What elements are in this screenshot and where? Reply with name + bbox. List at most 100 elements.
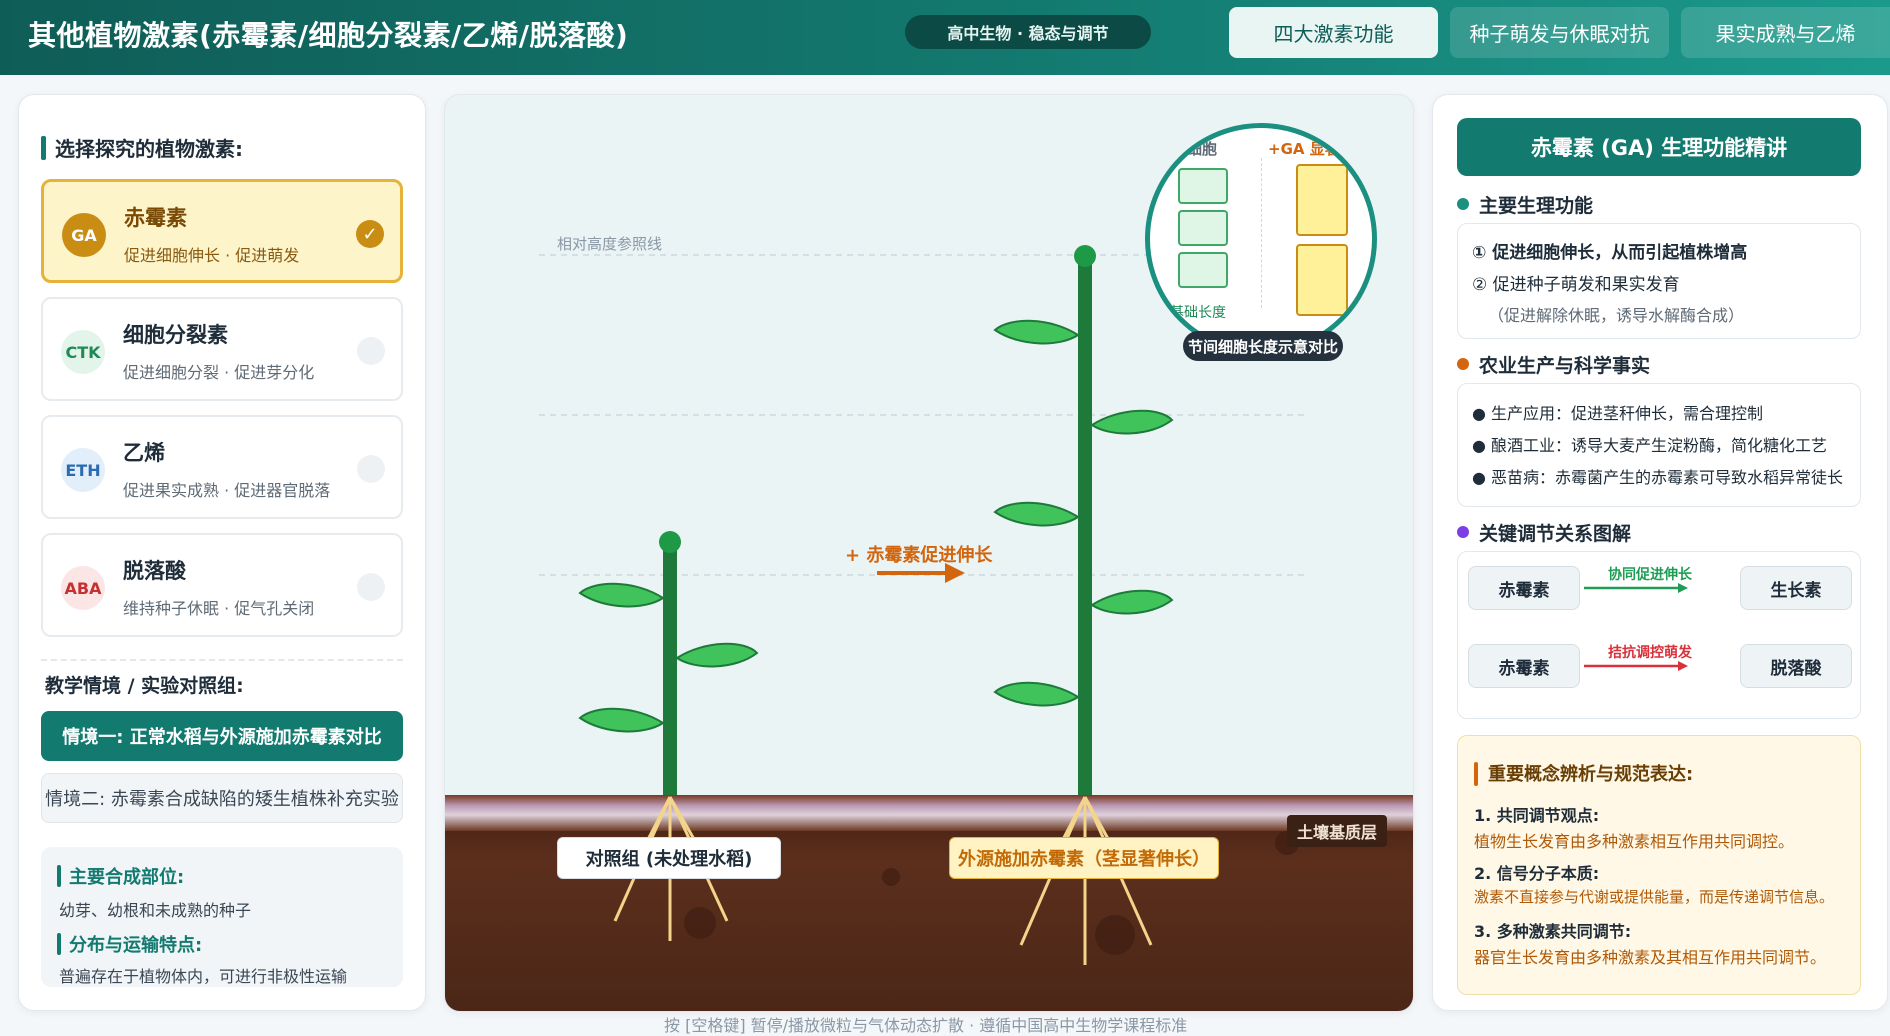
zoom-right-heading: +GA 显著 [1268, 140, 1340, 158]
agri-item: ● 恶苗病：赤霉菌产生的赤霉素可导致水稻异常徒长 [1472, 468, 1844, 487]
antagonism-arrow-icon [1584, 661, 1688, 671]
tab-hormone-functions[interactable]: 四大激素功能 [1229, 7, 1438, 58]
control-leaf [675, 642, 759, 668]
hormone-name: 细胞分裂素 [123, 323, 228, 347]
treated-bud [1074, 245, 1096, 267]
treated-leaf [993, 319, 1080, 345]
elongated-cell [1296, 164, 1348, 236]
function-item: ② 促进种子萌发和果实发育 [1472, 275, 1680, 295]
eth-badge: ETH [61, 448, 105, 492]
concept-text: 器官生长发育由多种激素及其相互作用共同调节。 [1474, 948, 1827, 967]
agri-item: ● 生产应用：促进茎秆伸长，需合理控制 [1472, 404, 1764, 423]
hormone-desc: 促进果实成熟 · 促进器官脱落 [123, 481, 331, 500]
zoom-caption: 节间细胞长度示意对比 [1183, 331, 1343, 361]
control-plant-label: 对照组 (未处理水稻) [557, 837, 781, 879]
hormone-desc: 促进细胞伸长 · 促进萌发 [124, 246, 300, 265]
plant-scene: 相对高度参照线 + 赤霉素促进伸长 土壤基质层 对照组 (未处理水稻) 外源施加… [444, 94, 1414, 1012]
agri-text: 生产应用：促进茎秆伸长，需合理控制 [1491, 404, 1764, 423]
aba-badge: ABA [61, 566, 105, 610]
treated-leaf [1090, 409, 1174, 435]
transport-heading: 分布与运输特点: [57, 931, 202, 957]
concept-box: 重要概念辨析与规范表达: 1. 共同调节观点: 植物生长发育由多种激素相互作用共… [1457, 735, 1861, 995]
treated-leaf [993, 681, 1080, 707]
relation-from-chip: 赤霉素 [1468, 644, 1580, 688]
concept-title: 2. 信号分子本质: [1474, 864, 1600, 883]
elongated-cell [1296, 244, 1348, 316]
reference-line-label: 相对高度参照线 [557, 235, 663, 253]
check-icon: ✓ [356, 220, 384, 248]
hormone-card-eth[interactable]: ETH 乙烯 促进果实成熟 · 促进器官脱落 [41, 415, 403, 519]
ga-badge: GA [62, 213, 106, 257]
function-note: （促进解除休眠，诱导水解酶合成） [1488, 306, 1745, 325]
growth-arrow-label: + 赤霉素促进伸长 [845, 545, 993, 566]
radio-icon [357, 337, 385, 365]
tab-seed-germination[interactable]: 种子萌发与休眠对抗 [1450, 7, 1669, 58]
select-heading: 选择探究的植物激素: [41, 133, 243, 162]
normal-cell [1178, 210, 1228, 246]
soil-layer-label: 土壤基质层 [1287, 815, 1388, 847]
agri-box: ● 生产应用：促进茎秆伸长，需合理控制 ● 酿酒工业：诱导大麦产生淀粉酶，简化糖… [1457, 383, 1861, 507]
hormone-card-aba[interactable]: ABA 脱落酸 维持种子休眠 · 促气孔关闭 [41, 533, 403, 637]
transport-text: 普遍存在于植物体内，可进行非极性运输 [59, 967, 348, 986]
function-item: ① 促进细胞伸长，从而引起植株增高 [1472, 243, 1748, 263]
functions-box: ① 促进细胞伸长，从而引起植株增高 ② 促进种子萌发和果实发育 （促进解除休眠，… [1457, 223, 1861, 339]
roots-graphics [613, 796, 1299, 965]
hormone-card-ctk[interactable]: CTK 细胞分裂素 促进细胞分裂 · 促进芽分化 [41, 297, 403, 401]
relation-to-chip: 生长素 [1740, 566, 1852, 610]
relation-to-chip: 脱落酸 [1740, 644, 1852, 688]
relation-from-chip: 赤霉素 [1468, 566, 1580, 610]
synthesis-site-heading: 主要合成部位: [57, 863, 184, 889]
control-leaf [578, 582, 665, 608]
right-panel: 赤霉素 (GA) 生理功能精讲 主要生理功能 ① 促进细胞伸长，从而引起植株增高… [1432, 94, 1888, 1011]
treated-leaf [993, 501, 1080, 527]
control-bud [659, 531, 681, 553]
footer-hint: 按 [空格键] 暂停/播放微粒与气体动态扩散 · 遵循中国高中生物学课程标准 [664, 1016, 1188, 1035]
soil-particle [1095, 915, 1135, 955]
hormone-name: 乙烯 [123, 441, 165, 465]
agri-heading: 农业生产与科学事实 [1457, 351, 1650, 378]
radio-icon [357, 573, 385, 601]
cell-zoom-circle: 原细胞 +GA 显著 基础长度 [1145, 123, 1377, 355]
concept-heading: 重要概念辨析与规范表达: [1474, 760, 1693, 786]
relations-heading: 关键调节关系图解 [1457, 519, 1631, 546]
control-leaf [578, 707, 665, 733]
tab-fruit-ripening[interactable]: 果实成熟与乙烯 [1681, 7, 1890, 58]
concept-title: 3. 多种激素共同调节: [1474, 922, 1632, 941]
zoom-base-label: 基础长度 [1170, 305, 1226, 321]
agri-text: 恶苗病：赤霉菌产生的赤霉素可导致水稻异常徒长 [1491, 468, 1844, 487]
radio-icon [357, 455, 385, 483]
functions-heading: 主要生理功能 [1457, 191, 1593, 218]
hormone-name: 赤霉素 [124, 206, 187, 230]
concept-text: 激素不直接参与代谢或提供能量，而是传递调节信息。 [1474, 888, 1835, 906]
normal-cell [1178, 252, 1228, 288]
zoom-left-heading: 原细胞 [1172, 140, 1218, 158]
app-title: 其他植物激素(赤霉素/细胞分裂素/乙烯/脱落酸) [28, 19, 629, 52]
soil-particle [684, 907, 716, 939]
treated-plant [993, 245, 1174, 797]
normal-cell [1178, 168, 1228, 204]
hormone-desc: 维持种子休眠 · 促气孔关闭 [123, 599, 315, 618]
hormone-card-ga[interactable]: GA 赤霉素 促进细胞伸长 · 促进萌发 ✓ [41, 179, 403, 283]
synthesis-site-text: 幼芽、幼根和未成熟的种子 [59, 901, 252, 920]
treated-plant-label: 外源施加赤霉素（茎显著伸长） [949, 837, 1219, 879]
feature-title: 赤霉素 (GA) 生理功能精讲 [1457, 118, 1861, 176]
agri-text: 酿酒工业：诱导大麦产生淀粉酶，简化糖化工艺 [1491, 436, 1828, 455]
treated-stem [1078, 257, 1092, 797]
scenario-1-button[interactable]: 情境一: 正常水稻与外源施加赤霉素对比 [41, 711, 403, 761]
control-plant [578, 531, 759, 797]
control-stem [663, 543, 677, 797]
scenario-2-button[interactable]: 情境二: 赤霉素合成缺陷的矮生植株补充实验 [41, 773, 403, 823]
ctk-badge: CTK [61, 330, 105, 374]
subject-badge: 高中生物 · 稳态与调节 [905, 15, 1151, 49]
treated-leaf [1090, 589, 1174, 615]
soil-particle [882, 868, 900, 886]
relations-box: 赤霉素 协同促进伸长 生长素 赤霉素 拮抗调控萌发 脱落酸 [1457, 551, 1861, 719]
zoom-divider [1261, 158, 1262, 308]
concept-title: 1. 共同调节观点: [1474, 806, 1600, 825]
hormone-desc: 促进细胞分裂 · 促进芽分化 [123, 363, 315, 382]
scenario-heading: 教学情境 / 实验对照组: [45, 675, 244, 697]
top-header: 其他植物激素(赤霉素/细胞分裂素/乙烯/脱落酸) 高中生物 · 稳态与调节 四大… [0, 0, 1890, 75]
agri-item: ● 酿酒工业：诱导大麦产生淀粉酶，简化糖化工艺 [1472, 436, 1828, 455]
left-panel: 选择探究的植物激素: GA 赤霉素 促进细胞伸长 · 促进萌发 ✓ CTK 细胞… [18, 94, 426, 1011]
info-box: 主要合成部位: 幼芽、幼根和未成熟的种子 分布与运输特点: 普遍存在于植物体内，… [41, 847, 403, 987]
